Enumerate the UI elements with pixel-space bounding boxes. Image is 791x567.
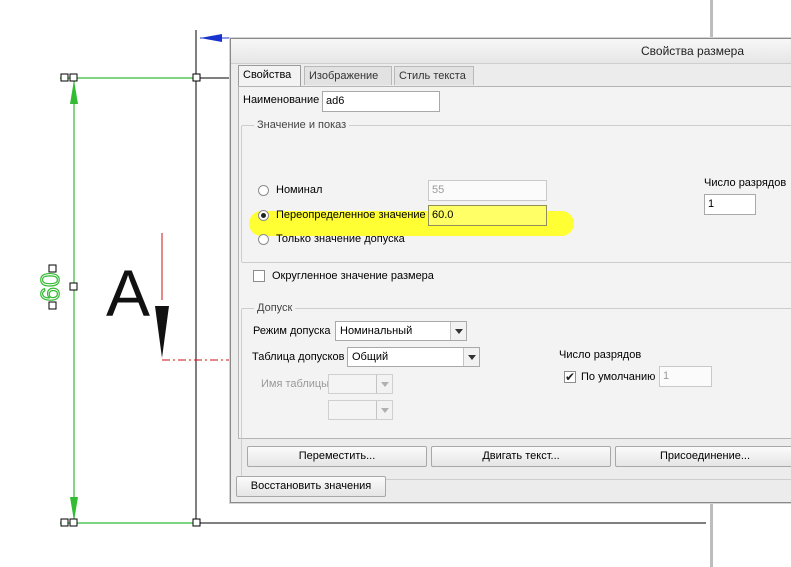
table-name-label: Имя таблицы [261, 378, 330, 390]
name-label: Наименование [243, 94, 320, 106]
chevron-down-icon [463, 348, 479, 366]
tolerance-decimals-label: Число разрядов [559, 349, 642, 361]
tab-properties[interactable]: Свойства [238, 65, 301, 86]
dialog-title: Свойства размера [641, 44, 745, 58]
decimals-label: Число разрядов [704, 177, 787, 189]
tolerance-table-value: Общий [352, 351, 389, 363]
value-display-group-title: Значение и показ [254, 119, 350, 131]
tolerance-table-select[interactable]: Общий [347, 347, 480, 367]
decimals-field[interactable]: 1 [704, 194, 756, 215]
nominal-label: Номинал [276, 184, 323, 196]
override-value-field[interactable]: 60.0 [428, 205, 547, 226]
tolerance-mode-label: Режим допуска [253, 325, 331, 337]
chevron-down-icon [376, 401, 392, 419]
tab-display[interactable]: Изображение [304, 66, 392, 85]
tolerance-only-radio[interactable] [258, 234, 269, 245]
properties-panel: Наименование ad6 Значение и показ Номина… [238, 86, 791, 480]
chevron-down-icon [376, 375, 392, 393]
tolerance-mode-select[interactable]: Номинальный [335, 321, 467, 341]
name-field[interactable]: ad6 [322, 91, 440, 112]
attach-button[interactable]: Присоединение... [615, 446, 791, 467]
override-label: Переопределенное значение [276, 209, 426, 221]
dimension-text[interactable]: 60 [34, 272, 65, 302]
default-checkbox[interactable]: ✔ [564, 371, 576, 383]
nominal-radio[interactable] [258, 185, 269, 196]
table-name-select-2[interactable] [328, 400, 393, 420]
datum-arrow-icon [155, 306, 169, 358]
tolerance-mode-value: Номинальный [340, 325, 413, 337]
table-name-select[interactable] [328, 374, 393, 394]
default-decimals-field[interactable]: 1 [659, 366, 712, 387]
rounded-value-checkbox[interactable] [253, 270, 265, 282]
default-label: По умолчанию [581, 371, 656, 383]
dimension-arrow-bottom-icon [70, 497, 78, 521]
override-radio[interactable] [258, 210, 269, 221]
tab-text-style[interactable]: Стиль текста [394, 66, 474, 85]
move-text-button[interactable]: Двигать текст... [431, 446, 611, 467]
datum-letter: A [106, 256, 150, 330]
chevron-down-icon [450, 322, 466, 340]
tolerance-only-label: Только значение допуска [276, 233, 405, 245]
dimension-properties-dialog: Свойства размера Свойства Изображение Ст… [230, 38, 791, 503]
blue-arrow-icon [200, 34, 222, 42]
tolerance-group-title: Допуск [254, 302, 296, 314]
move-button[interactable]: Переместить... [247, 446, 427, 467]
restore-values-button[interactable]: Восстановить значения [236, 476, 386, 497]
tolerance-table-label: Таблица допусков [252, 351, 345, 363]
dimension-arrow-top-icon [70, 80, 78, 104]
dialog-titlebar[interactable]: Свойства размера [231, 39, 791, 64]
nominal-field[interactable]: 55 [428, 180, 547, 201]
rounded-value-label: Округленное значение размера [272, 270, 434, 282]
